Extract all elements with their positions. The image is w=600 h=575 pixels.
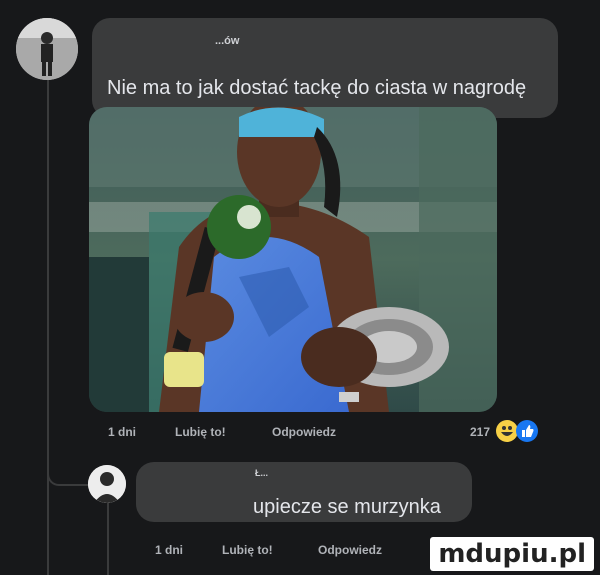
like-emoji-icon [516,420,538,442]
comment-text: Nie ma to jak dostać tackę do ciasta w n… [107,77,527,99]
reply-text: upiecze se murzynka [253,496,441,518]
haha-emoji-icon [496,420,518,442]
comment-author[interactable]: ...ów [215,35,239,47]
comment-reaction-count[interactable]: 217 [470,425,490,439]
person-icon [16,18,78,80]
watermark-logo: mdupiu.pl [430,537,594,571]
tennis-player-photo [89,107,497,412]
comment-like-button[interactable]: Lubię to! [175,425,226,439]
reply-time: 1 dni [155,543,184,557]
comment-reply-button[interactable]: Odpowiedz [272,425,336,439]
comment-bubble [92,18,558,118]
reply-like-button[interactable]: Lubię to! [222,543,273,557]
commenter-avatar[interactable] [16,18,78,80]
replier-avatar[interactable] [88,465,126,503]
comment-photo[interactable] [89,107,497,412]
thread-connector [47,470,89,486]
thread-line-main [47,80,49,575]
thread-line-reply [107,503,109,575]
person-icon [88,465,126,503]
comment-time: 1 dni [108,425,137,439]
reply-reply-button[interactable]: Odpowiedz [318,543,382,557]
reply-author[interactable]: Ł... [255,468,268,478]
